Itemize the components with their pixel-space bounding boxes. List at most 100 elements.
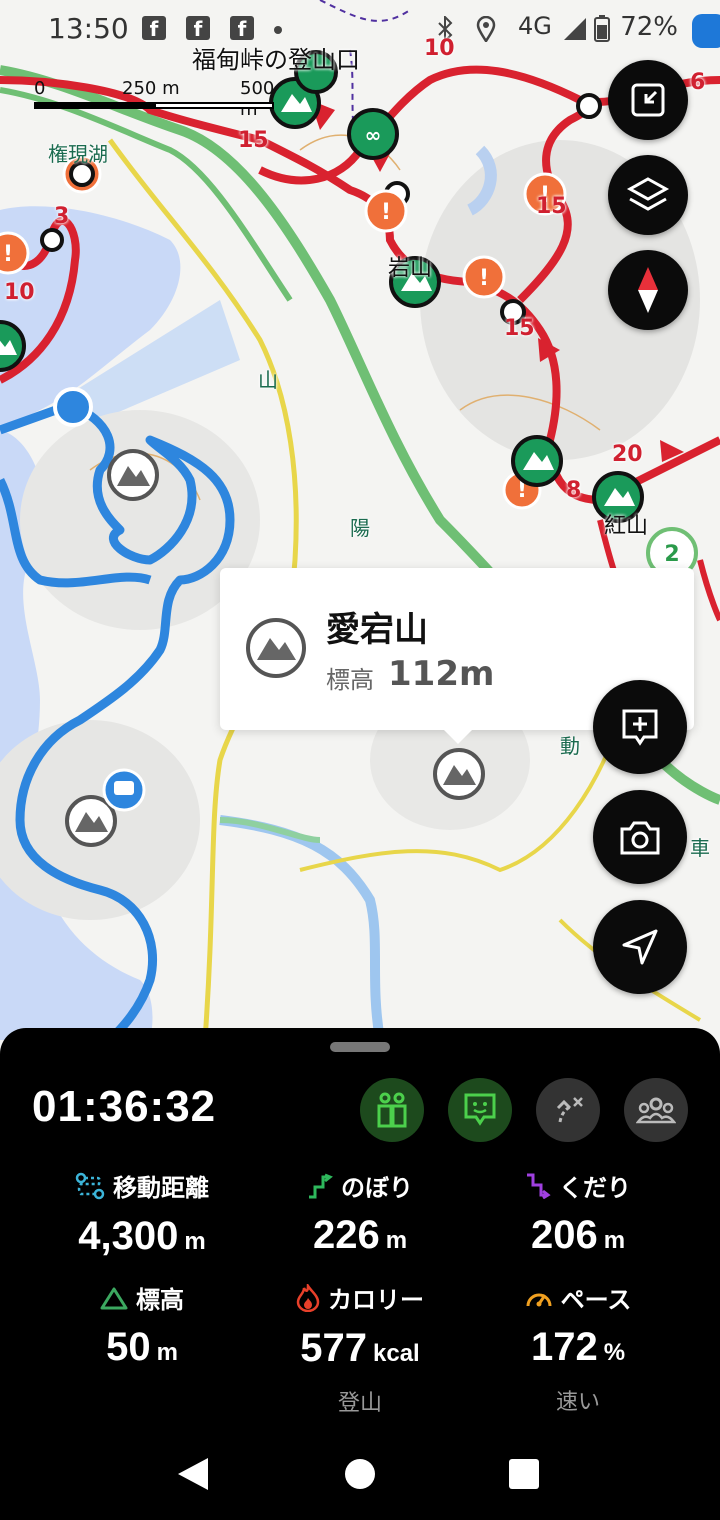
route-time-label: 15 [238, 128, 269, 153]
status-bar: 13:50 f f f 4G 72% [0, 0, 720, 60]
stat-unit: m [385, 1227, 408, 1254]
back-icon[interactable] [176, 1456, 210, 1492]
elevation-icon [100, 1287, 128, 1309]
stat-label: カロリー [328, 1286, 424, 1314]
stat-label: 移動距離 [113, 1174, 209, 1202]
stat-unit: m [184, 1227, 206, 1255]
stat-unit: m [156, 1339, 178, 1366]
map-label-iwayama: 岩山 [388, 256, 433, 281]
stat-subtext: 登山 [337, 1390, 382, 1416]
recents-icon[interactable] [508, 1458, 540, 1490]
elevation-label: 標高 [326, 666, 374, 694]
route-time-label: 3 [54, 204, 70, 229]
stat-value: 50 [106, 1325, 151, 1369]
map-label-koyama: 紅山 [604, 514, 649, 539]
panel-drag-handle[interactable] [330, 1042, 390, 1052]
map-scale: 0 250 m 500 m [34, 78, 274, 120]
elevation-value: 112m [388, 654, 495, 694]
stat-label: 標高 [136, 1286, 184, 1314]
stat-elevation: 標高 50 m [22, 1280, 262, 1370]
stat-value: 172 [530, 1325, 598, 1369]
svg-text:!: ! [3, 242, 13, 267]
elapsed-timer: 01:36:32 [32, 1082, 217, 1131]
route-off-button[interactable] [536, 1078, 600, 1142]
stat-subtext: 速い [555, 1390, 600, 1415]
road-label-3: 動 [560, 734, 580, 758]
fullscreen-exit-button[interactable] [608, 60, 688, 140]
navigate-icon [622, 929, 658, 965]
group-button[interactable] [624, 1078, 688, 1142]
scale-bar [34, 102, 274, 109]
route-time-label: 10 [424, 36, 455, 61]
stat-value: 226 [312, 1213, 380, 1257]
scale-label-500: 500 m [240, 78, 275, 120]
notification-dot-icon [274, 26, 282, 34]
signal-icon [564, 18, 586, 40]
route-off-icon [556, 1097, 583, 1123]
current-location-dot [53, 387, 93, 427]
layers-button[interactable] [608, 155, 688, 235]
location-icon [476, 16, 496, 42]
add-note-button[interactable] [593, 680, 687, 774]
camera-icon [620, 821, 660, 855]
map-view[interactable]: ! ! ! ! ! ∞ 2 13:50 f f f 4G 72% 0 250 m… [0, 0, 720, 1040]
descent-icon [527, 1173, 551, 1199]
fullscreen-exit-icon [631, 83, 665, 117]
distance-icon [75, 1172, 105, 1199]
add-note-icon [622, 709, 658, 746]
route-time-label: 6 [690, 70, 706, 95]
battery-percent: 72% [620, 12, 678, 42]
status-time: 13:50 [48, 12, 129, 45]
road-label-1: 山 [258, 368, 278, 392]
facebook-icon: f [142, 16, 166, 41]
svg-text:!: ! [479, 266, 489, 291]
peak-name: 愛宕山 [326, 610, 428, 650]
stat-unit: m [603, 1227, 626, 1254]
stat-unit: % [603, 1339, 626, 1366]
smile-chat-icon [464, 1093, 496, 1126]
scale-label-250: 250 m [122, 78, 180, 99]
route-time-label: 15 [536, 194, 567, 219]
stat-unit: kcal [373, 1339, 420, 1367]
compass-button[interactable] [608, 250, 688, 330]
facebook-icon: f [186, 16, 210, 41]
stat-pace: ペース 172% 速い [458, 1280, 698, 1416]
app-notification-icon [692, 14, 720, 48]
svg-text:∞: ∞ [365, 123, 382, 147]
stat-label: ペース [560, 1286, 632, 1314]
road-label-4: 車 [690, 836, 710, 860]
stat-descent: くだり 206 m [458, 1168, 698, 1258]
stat-value: 206 [530, 1213, 598, 1257]
route-time-label: 8 [566, 478, 582, 503]
mountain-icon [246, 618, 306, 678]
stat-label: くだり [559, 1174, 631, 1202]
companion-icon [377, 1092, 407, 1128]
camera-button[interactable] [593, 790, 687, 884]
home-icon[interactable] [344, 1458, 376, 1490]
road-label-2: 陽 [350, 516, 370, 540]
calorie-icon [296, 1283, 320, 1312]
stat-calories: カロリー 577 kcal 登山 [240, 1280, 480, 1417]
smile-chat-button[interactable] [448, 1078, 512, 1142]
compass-icon [638, 267, 658, 313]
stat-label: のぼり [341, 1174, 413, 1202]
route-time-label: 15 [504, 316, 535, 341]
stat-distance: 移動距離 4,300 m [22, 1168, 262, 1259]
facebook-icon: f [230, 16, 254, 41]
ascent-icon [309, 1173, 333, 1198]
map-label-trailhead: 福甸峠の登山口 [192, 46, 360, 74]
group-icon [636, 1097, 676, 1124]
system-nav-bar [0, 1430, 720, 1520]
map-label-lake: 権現湖 [48, 142, 108, 166]
battery-icon [594, 15, 610, 42]
stat-value: 4,300 [78, 1213, 179, 1258]
svg-text:2: 2 [664, 542, 679, 567]
stat-value: 577 [300, 1325, 368, 1370]
layers-icon [626, 177, 670, 211]
route-time-label: 20 [612, 442, 643, 467]
pace-icon [526, 1293, 552, 1306]
navigate-button[interactable] [593, 900, 687, 994]
svg-text:!: ! [381, 200, 391, 225]
companion-button[interactable] [360, 1078, 424, 1142]
scale-label-0: 0 [34, 78, 46, 99]
